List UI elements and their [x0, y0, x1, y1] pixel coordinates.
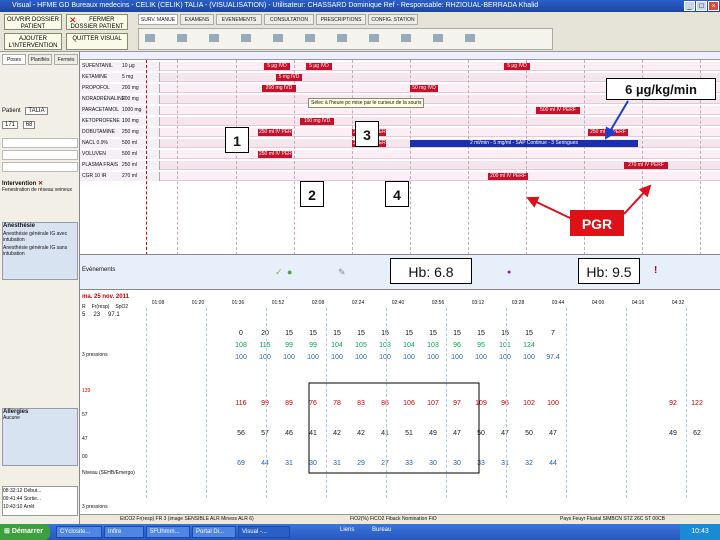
- annotation-arrows: [308, 100, 652, 474]
- status-bar: EtCO2 Fr(resp) FR 3 (image SENSIBLE ALR …: [80, 514, 720, 524]
- highlight-box: [308, 382, 480, 474]
- taskbar-item[interactable]: Infire: [104, 526, 144, 538]
- windows-logo-icon: ⊞: [4, 528, 10, 535]
- links-label[interactable]: Liens: [340, 527, 354, 533]
- taskbar-item[interactable]: 5FUhmm...: [146, 526, 190, 538]
- taskbar: ⊞ Démarrer CYclosite... Infire 5FUhmm...…: [0, 524, 720, 540]
- arrow-rate: [604, 100, 629, 140]
- arrow-pgr-left: [526, 196, 571, 219]
- arrow-pgr-right: [623, 184, 652, 215]
- desktop-label[interactable]: Bureau: [372, 527, 391, 533]
- taskbar-item[interactable]: CYclosite...: [56, 526, 102, 538]
- start-button[interactable]: ⊞ Démarrer: [0, 524, 50, 540]
- status-right: Pays Feuyr Fluvial SIMBCN STZ 26C ST 00C…: [560, 516, 665, 522]
- taskbar-item-active[interactable]: Visual -...: [238, 526, 290, 538]
- clock: 10:43: [680, 524, 720, 540]
- taskbar-item[interactable]: Portal Di...: [192, 526, 236, 538]
- status-left: EtCO2 Fr(resp) FR 3 (image SENSIBLE ALR …: [120, 516, 254, 522]
- start-label: Démarrer: [11, 528, 43, 535]
- status-mid: FiO2(%) FiCO2 Fiback Nomination FiO: [350, 516, 437, 522]
